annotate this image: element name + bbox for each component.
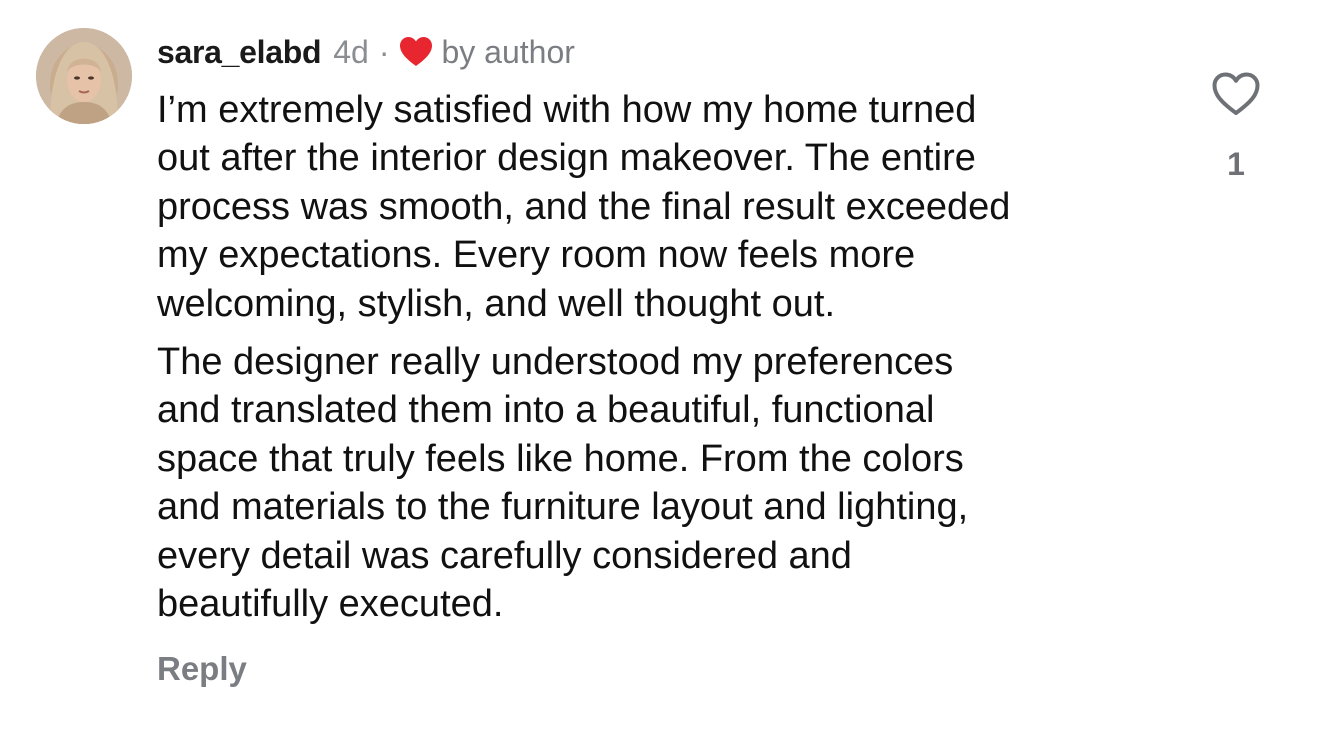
red-heart-icon: [399, 35, 433, 69]
separator-dot: ·: [378, 33, 390, 70]
comment: sara_elabd 4d · by author I’m extremely …: [0, 0, 1320, 738]
heart-outline-icon: [1211, 71, 1261, 122]
comment-paragraph-1: I’m extremely satisfied with how my home…: [157, 89, 1011, 325]
timestamp: 4d: [333, 33, 369, 70]
comment-header: sara_elabd 4d · by author: [157, 30, 575, 74]
reply-button[interactable]: Reply: [157, 650, 247, 688]
like-button[interactable]: [1210, 70, 1262, 122]
comment-body: I’m extremely satisfied with how my home…: [157, 86, 1167, 628]
username[interactable]: sara_elabd: [157, 34, 322, 71]
author-like-label: by author: [441, 33, 575, 70]
avatar[interactable]: [36, 28, 132, 124]
like-column: 1: [1200, 70, 1272, 200]
comment-paragraph-2: The designer really understood my prefer…: [157, 341, 969, 626]
like-count: 1: [1227, 146, 1245, 182]
